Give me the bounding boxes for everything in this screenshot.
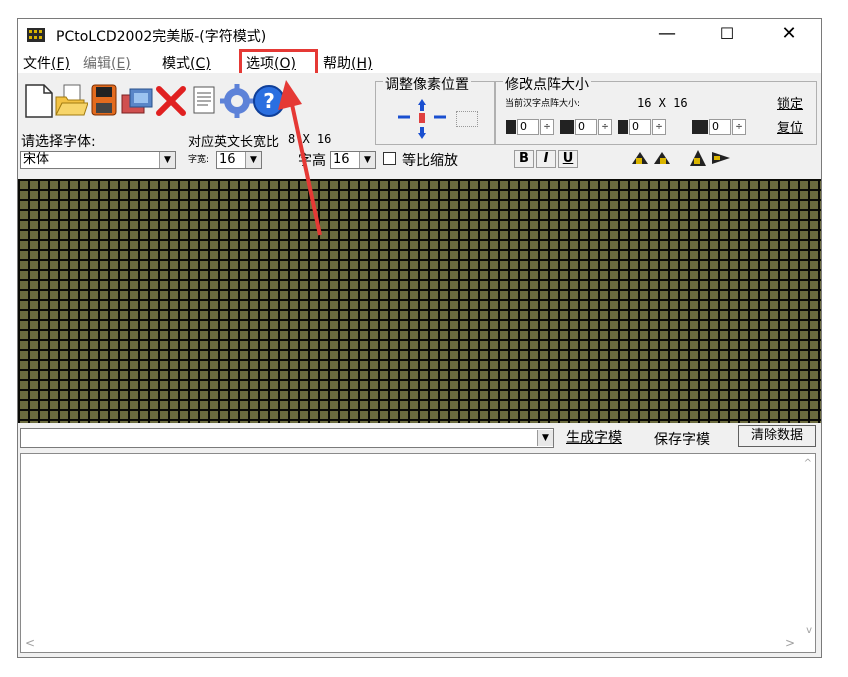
spin-top-value[interactable]: 0 [575,119,597,135]
char-width-value: 16 [219,152,236,167]
open-folder-icon[interactable] [54,81,89,119]
choose-font-label: 请选择字体: [21,134,96,150]
document-icon[interactable] [186,81,220,119]
settings-gear-icon[interactable] [220,81,254,119]
shift-down-icon [692,120,708,134]
move-pixels-control[interactable] [388,97,456,141]
scroll-right-icon[interactable]: > [785,636,795,650]
new-file-icon[interactable] [22,81,56,119]
app-icon [27,27,45,42]
font-select[interactable]: 宋体 [20,151,176,169]
background-taskbar [150,660,830,677]
close-button[interactable]: ✕ [766,19,812,49]
italic-button[interactable]: I [536,150,556,168]
reset-button[interactable]: 复位 [777,117,803,136]
character-input-dropdown-icon[interactable]: ▼ [537,430,553,446]
spin-right-value[interactable]: 0 [629,119,651,135]
maximize-button[interactable]: ☐ [704,19,750,49]
menu-file[interactable]: 文件(F) [23,53,70,73]
proportional-checkbox[interactable] [383,152,396,165]
scroll-down-icon[interactable]: v [806,625,812,636]
char-width-label: 字宽: [188,155,210,165]
proportional-label: 等比缩放 [402,153,458,169]
shift-up-icon [560,120,574,134]
menu-mode[interactable]: 模式(C) [162,53,211,73]
char-height-dropdown-icon[interactable]: ▼ [359,152,375,168]
help-icon[interactable]: ? [252,81,286,119]
dot-matrix-canvas[interactable] [18,179,821,423]
english-ratio-label: 对应英文长宽比 [188,135,280,150]
char-height-label: 字高 [298,153,326,169]
output-textarea[interactable]: ^ v < > [20,453,816,653]
svg-text:?: ? [263,89,275,113]
spin-right-button[interactable]: ÷ [652,119,666,135]
menu-help[interactable]: 帮助(H) [323,53,372,73]
bold-button[interactable]: B [514,150,534,168]
english-size-value: 8 X 16 [288,132,332,146]
position-preview-icon [456,111,478,127]
menu-bar: 文件(F) 编辑(E) 模式(C) 选项(O) 帮助(H) [18,49,821,73]
title-bar: PCtoLCD2002完美版-(字符模式) — ☐ ✕ [18,19,821,49]
lock-button[interactable]: 锁定 [777,93,803,112]
char-width-dropdown-icon[interactable]: ▼ [245,152,261,168]
save-icon[interactable] [86,81,120,119]
adjust-position-label: 调整像素位置 [383,74,471,94]
font-dropdown-icon[interactable]: ▼ [159,152,175,168]
rotate-icons[interactable] [628,148,678,168]
clear-data-button[interactable]: 清除数据 [738,425,816,447]
spin-top-button[interactable]: ÷ [598,119,612,135]
delete-icon[interactable] [154,81,188,119]
save-font-button[interactable]: 保存字模 [654,429,710,449]
generate-font-button[interactable]: 生成字模 [566,427,622,447]
underline-button[interactable]: U [558,150,578,168]
app-window: PCtoLCD2002完美版-(字符模式) — ☐ ✕ 文件(F) 编辑(E) … [17,18,822,658]
flip-icons[interactable] [686,148,736,168]
character-input[interactable] [20,428,554,448]
import-image-icon[interactable] [120,81,154,119]
scroll-left-icon[interactable]: < [25,636,35,650]
char-height-value: 16 [333,152,350,167]
shift-right-icon [618,120,628,134]
shift-left-icon [506,120,516,134]
font-select-value: 宋体 [23,152,50,167]
current-size-label: 当前汉字点阵大小: [505,99,581,109]
current-size-value: 16 X 16 [637,96,688,110]
menu-edit[interactable]: 编辑(E) [83,53,131,73]
spin-bottom-value[interactable]: 0 [709,119,731,135]
spin-left-button[interactable]: ÷ [540,119,554,135]
spin-bottom-button[interactable]: ÷ [732,119,746,135]
window-title: PCtoLCD2002完美版-(字符模式) [56,29,267,45]
modify-matrix-label: 修改点阵大小 [503,74,591,94]
spin-left-value[interactable]: 0 [517,119,539,135]
scroll-up-icon[interactable]: ^ [804,458,812,469]
minimize-button[interactable]: — [644,19,690,49]
